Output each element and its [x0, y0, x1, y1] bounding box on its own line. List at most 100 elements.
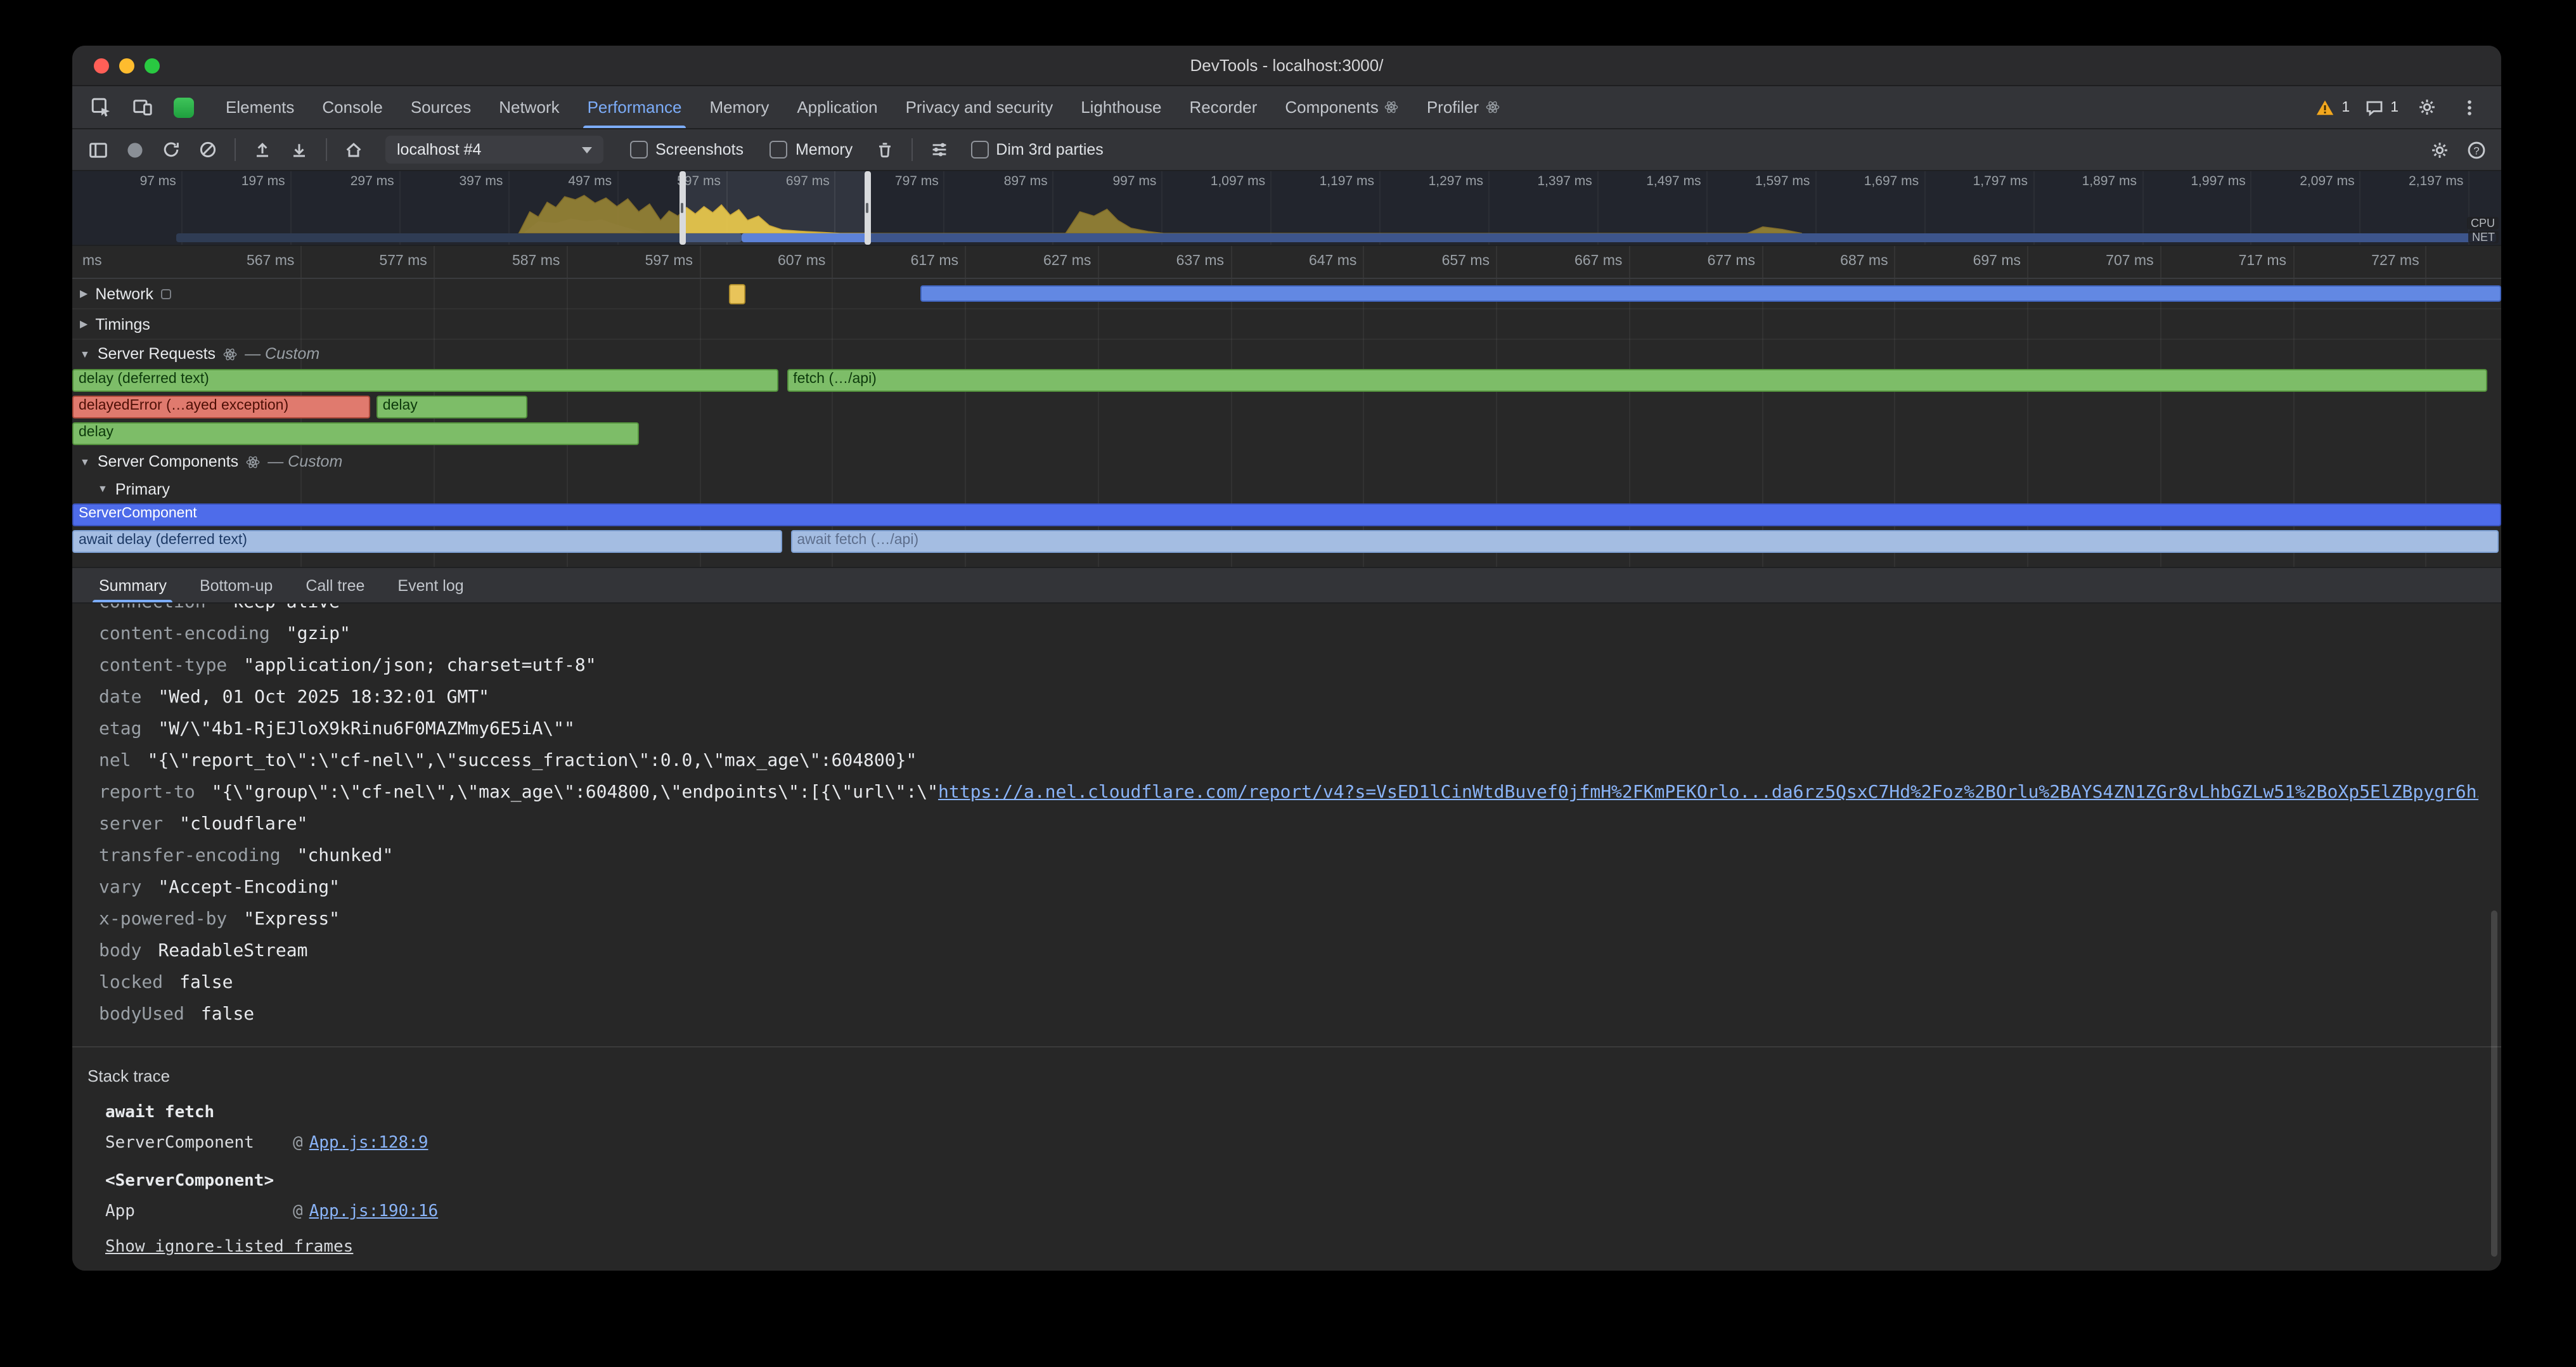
selection-handle-right[interactable]	[864, 171, 870, 245]
tab-sources[interactable]: Sources	[397, 86, 485, 128]
property-key: transfer-encoding	[99, 846, 281, 866]
tab-privacy-and-security[interactable]: Privacy and security	[892, 86, 1067, 128]
tab-network[interactable]: Network	[485, 86, 573, 128]
selection-handle-left[interactable]	[679, 171, 685, 245]
tab-performance[interactable]: Performance	[574, 86, 696, 128]
window-titlebar: DevTools - localhost:3000/	[72, 46, 2501, 86]
screenshots-checkbox[interactable]: Screenshots	[630, 141, 744, 159]
track-group-primary[interactable]: ▼ Primary	[72, 476, 2501, 502]
gridline	[2027, 246, 2028, 278]
track-header-server-requests[interactable]: ▼ Server Requests — Custom	[72, 340, 2501, 368]
frame-function-name: ServerComponent	[105, 1129, 293, 1159]
expand-icon[interactable]: ▼	[98, 483, 108, 495]
ruler-tick-label: 607 ms	[778, 254, 825, 269]
tab-components[interactable]: Components	[1271, 86, 1412, 128]
capture-settings-gear-icon[interactable]	[2424, 134, 2454, 165]
tab-label: Bottom-up	[200, 576, 273, 594]
atom-icon	[246, 455, 260, 469]
extension-icon[interactable]	[169, 92, 199, 122]
device-toolbar-icon[interactable]	[127, 92, 157, 122]
event-bar-delay-deferred-text[interactable]: delay (deferred text)	[72, 369, 779, 392]
tab-application[interactable]: Application	[783, 86, 891, 128]
throttling-tuner-icon[interactable]	[924, 134, 954, 165]
event-bar-servercomponent[interactable]: ServerComponent	[72, 503, 2501, 526]
ruler-tick-label: 657 ms	[1442, 254, 1490, 269]
inspect-element-icon[interactable]	[85, 92, 115, 122]
event-bar-fetch-api[interactable]: fetch (…/api)	[787, 369, 2488, 392]
details-tab-event-log[interactable]: Event log	[381, 568, 480, 602]
track-label-timings[interactable]: ▶ Timings	[80, 309, 150, 339]
track-header-server-components[interactable]: ▼ Server Components — Custom	[72, 448, 2501, 476]
tab-memory[interactable]: Memory	[695, 86, 783, 128]
issues-message-icon[interactable]	[2362, 92, 2385, 122]
history-dropdown[interactable]: localhost #4	[385, 136, 603, 164]
expand-icon[interactable]: ▼	[80, 456, 90, 467]
reload-and-record-button[interactable]	[156, 134, 186, 165]
dim-3rd-parties-checkbox[interactable]: Dim 3rd parties	[970, 141, 1104, 159]
event-bar-await-fetch-api[interactable]: await fetch (…/api)	[790, 530, 2498, 553]
warning-count: 1	[2341, 100, 2350, 115]
tab-label: Components	[1285, 98, 1378, 117]
event-bar-delay[interactable]: delay	[72, 422, 640, 445]
network-request-bar[interactable]	[728, 284, 745, 304]
live-metrics-home-icon[interactable]	[338, 134, 369, 165]
event-bar-delay[interactable]: delay	[377, 396, 528, 418]
scrollbar-thumb[interactable]	[2491, 910, 2497, 1257]
report-to-link[interactable]: https://a.nel.cloudflare.com/report/v4?s…	[938, 782, 2478, 803]
tab-console[interactable]: Console	[308, 86, 396, 128]
frame-source-link[interactable]: App.js:128:9	[309, 1129, 428, 1159]
warning-icon[interactable]	[2314, 92, 2336, 122]
details-row-server: server"cloudflare"	[99, 809, 2478, 841]
help-icon[interactable]: ?	[2461, 134, 2491, 165]
frame-source-link[interactable]: App.js:190:16	[309, 1197, 439, 1228]
frame-at-symbol: @	[293, 1197, 303, 1228]
collect-garbage-icon[interactable]	[869, 134, 899, 165]
property-value: "chunked"	[297, 846, 394, 866]
flame-chart[interactable]: ▶ Network ▶ Timings ▼ Server Requests — …	[72, 279, 2501, 567]
track-label-network[interactable]: ▶ Network	[80, 279, 171, 308]
collapse-icon[interactable]: ▶	[80, 318, 87, 330]
ruler-tick-label: 637 ms	[1176, 254, 1224, 269]
record-button[interactable]	[119, 134, 150, 165]
tab-label: Lighthouse	[1081, 98, 1161, 117]
toggle-panel-icon[interactable]	[82, 134, 113, 165]
settings-gear-icon[interactable]	[2411, 92, 2442, 122]
event-bar-label: await fetch (…/api)	[797, 533, 918, 548]
timeline-overview[interactable]: CPU NET 97 ms197 ms297 ms397 ms497 ms597…	[72, 171, 2501, 246]
ruler-tick-label: 697 ms	[1973, 254, 2021, 269]
close-button[interactable]	[94, 58, 109, 73]
track-config-icon[interactable]	[161, 288, 171, 299]
event-bar-delayederror-ayed-exception[interactable]: delayedError (…ayed exception)	[72, 396, 370, 418]
tab-lighthouse[interactable]: Lighthouse	[1067, 86, 1175, 128]
details-tab-bottom-up[interactable]: Bottom-up	[183, 568, 289, 602]
kebab-menu-icon[interactable]	[2454, 92, 2485, 122]
details-row-report-to: report-to"{\"group\":\"cf-nel\",\"max_ag…	[99, 777, 2478, 809]
tab-recorder[interactable]: Recorder	[1175, 86, 1271, 128]
property-value: "{\"report_to\":\"cf-nel\",\"success_fra…	[148, 751, 917, 771]
clear-button[interactable]	[193, 134, 223, 165]
tab-profiler[interactable]: Profiler	[1413, 86, 1513, 128]
group-title: Primary	[115, 480, 170, 498]
svg-text:?: ?	[2473, 144, 2478, 156]
network-request-bar[interactable]	[921, 285, 2501, 302]
save-profile-icon[interactable]	[284, 134, 314, 165]
tab-label: Console	[322, 98, 382, 117]
ruler-tick-label: 707 ms	[2106, 254, 2153, 269]
details-tab-summary[interactable]: Summary	[82, 568, 183, 602]
details-tab-call-tree[interactable]: Call tree	[289, 568, 381, 602]
show-ignore-listed-frames-link[interactable]: Show ignore-listed frames	[105, 1238, 353, 1257]
minimize-button[interactable]	[119, 58, 134, 73]
atom-icon	[1385, 100, 1399, 114]
event-bar-await-delay-deferred-text[interactable]: await delay (deferred text)	[72, 530, 783, 553]
collapse-icon[interactable]: ▶	[80, 288, 87, 299]
tab-elements[interactable]: Elements	[212, 86, 308, 128]
details-scrollbar[interactable]	[2489, 604, 2500, 1271]
details-row-transfer-encoding: transfer-encoding "chunked"	[99, 841, 2478, 872]
load-profile-icon[interactable]	[247, 134, 278, 165]
memory-checkbox[interactable]: Memory	[770, 141, 853, 159]
zoom-button[interactable]	[145, 58, 160, 73]
tab-label: Recorder	[1189, 98, 1257, 117]
timeline-ruler: ms 567 ms577 ms587 ms597 ms607 ms617 ms6…	[72, 246, 2501, 279]
atom-icon	[1485, 100, 1499, 114]
expand-icon[interactable]: ▼	[80, 348, 90, 360]
